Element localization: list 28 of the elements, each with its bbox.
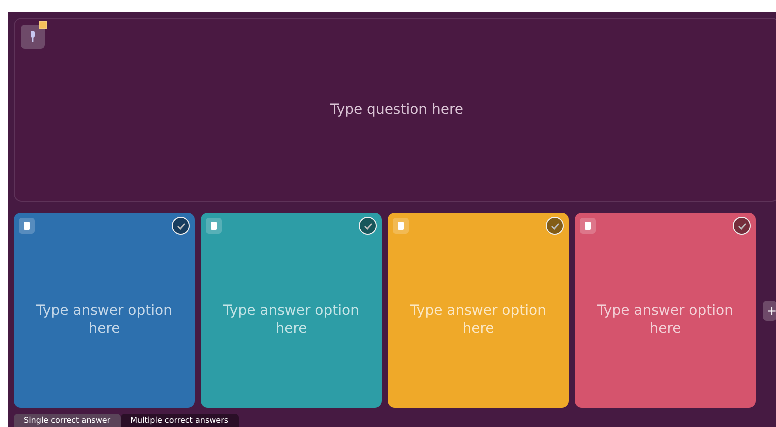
delete-button[interactable]	[19, 218, 35, 234]
mark-correct-button[interactable]	[546, 217, 564, 235]
answer-card[interactable]: Type answer option here	[575, 213, 756, 408]
answer-placeholder[interactable]: Type answer option here	[222, 302, 362, 338]
delete-button[interactable]	[206, 218, 222, 234]
trash-icon	[24, 222, 30, 230]
answer-card[interactable]: Type answer option here	[201, 213, 382, 408]
question-placeholder[interactable]: Type question here	[330, 100, 464, 120]
media-button[interactable]	[21, 25, 45, 49]
answer-mode-tab[interactable]: Multiple correct answers	[120, 414, 239, 427]
check-icon	[364, 222, 372, 230]
answer-mode-tab[interactable]: Single correct answer	[14, 414, 121, 427]
premium-badge-icon	[39, 21, 47, 29]
microphone-icon	[29, 31, 37, 43]
trash-icon	[585, 222, 591, 230]
add-answer-button[interactable]: +	[763, 300, 776, 320]
mark-correct-button[interactable]	[172, 217, 190, 235]
check-icon	[550, 222, 560, 230]
answer-placeholder[interactable]: Type answer option here	[596, 302, 736, 338]
check-icon	[176, 222, 186, 230]
delete-button[interactable]	[580, 218, 596, 234]
check-icon	[738, 222, 746, 230]
answer-placeholder[interactable]: Type answer option here	[34, 302, 174, 338]
mark-correct-button[interactable]	[733, 217, 751, 235]
answer-card[interactable]: Type answer option here	[14, 213, 195, 408]
trash-icon	[211, 222, 217, 230]
trash-icon	[398, 222, 404, 230]
mark-correct-button[interactable]	[359, 217, 377, 235]
